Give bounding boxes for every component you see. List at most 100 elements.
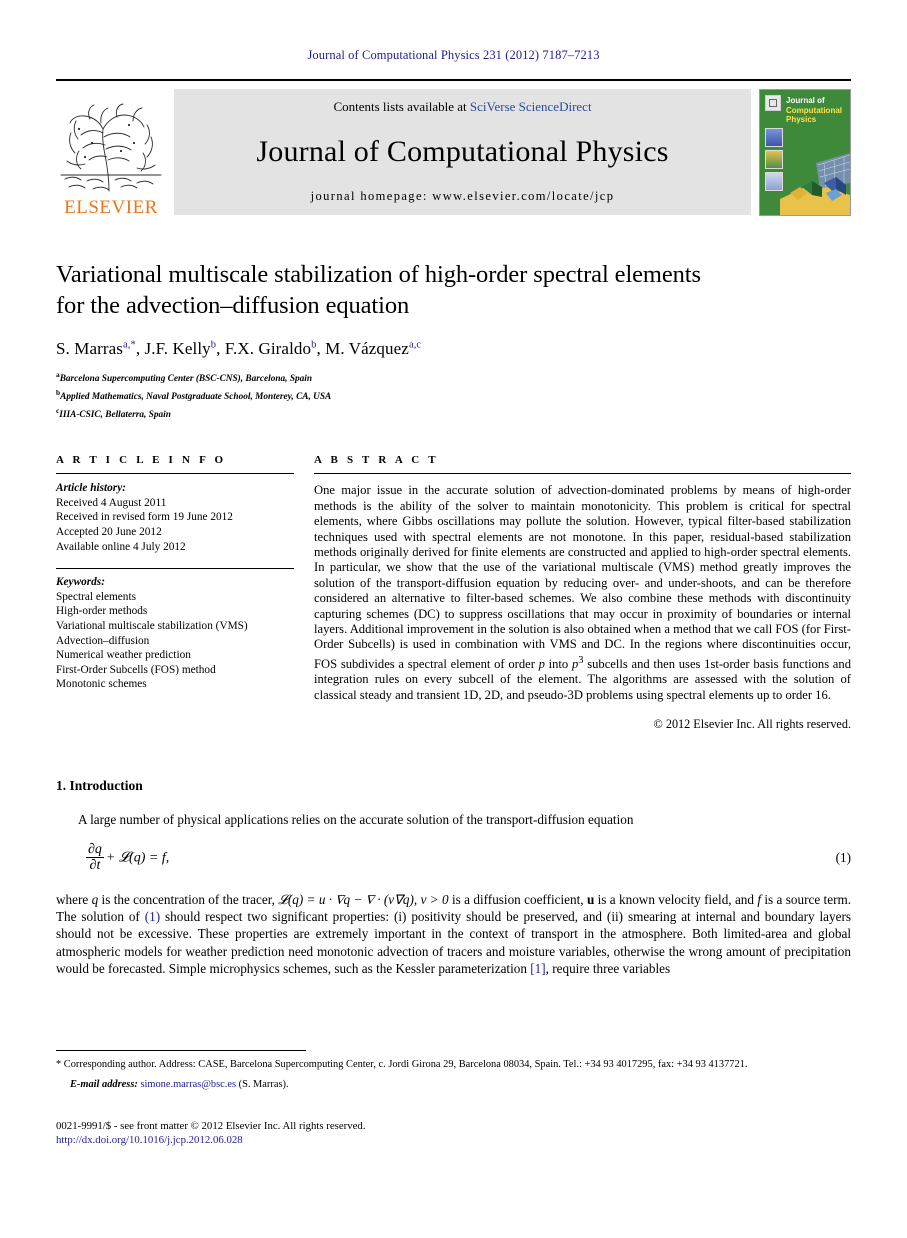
elsevier-logo: ELSEVIER xyxy=(56,89,166,217)
cover-title-line2: Computational xyxy=(786,105,842,115)
footer-issn-block: 0021-9991/$ - see front matter © 2012 El… xyxy=(56,1119,366,1147)
history-item-3: Available online 4 July 2012 xyxy=(56,540,186,553)
history-item-0: Received 4 August 2011 xyxy=(56,496,167,509)
p2-math-nu: ν > 0 xyxy=(420,891,449,907)
cover-publisher-mark-icon xyxy=(765,95,781,111)
affiliation-0: aBarcelona Supercomputing Center (BSC-CN… xyxy=(56,368,851,386)
abstract-heading: A B S T R A C T xyxy=(314,454,439,467)
masthead-center-box: Contents lists available at SciVerse Sci… xyxy=(174,89,751,215)
p2-i: , require three variables xyxy=(545,961,671,977)
elsevier-wordmark: ELSEVIER xyxy=(64,197,158,218)
author-0-sup[interactable]: a,* xyxy=(123,339,136,350)
equation-1-denominator: ∂t xyxy=(89,857,101,873)
footnote-corresponding-author: * Corresponding author. Address: CASE, B… xyxy=(56,1059,748,1070)
footnote-separator xyxy=(56,1050,306,1051)
keywords-rule xyxy=(56,568,294,570)
paper-title-line1: Variational multiscale stabilization of … xyxy=(56,261,701,288)
history-item-1: Received in revised form 19 June 2012 xyxy=(56,511,233,524)
author-0: S. Marrasa,* xyxy=(56,339,136,358)
keywords-label: Keywords: xyxy=(56,576,105,589)
author-0-name: S. Marras xyxy=(56,339,123,358)
author-1: J.F. Kellyb xyxy=(145,339,217,358)
keyword-0: Spectral elements xyxy=(56,590,136,603)
contents-available-line: Contents lists available at SciVerse Sci… xyxy=(333,99,591,115)
intro-paragraph-1: A large number of physical applications … xyxy=(78,812,634,828)
affiliation-0-text: Barcelona Supercomputing Center (BSC-CNS… xyxy=(59,374,313,385)
equation-1: ∂q ∂t + 𝓛(q) = f, xyxy=(86,842,170,874)
p2-d: is a diffusion coefficient, xyxy=(448,891,587,907)
author-3-sup[interactable]: a,c xyxy=(409,339,421,350)
footnote-email-address[interactable]: simone.marras@bsc.es xyxy=(140,1079,236,1090)
author-3-name: M. Vázquez xyxy=(325,339,409,358)
cover-title-text: Journal of Computational Physics xyxy=(786,96,848,125)
affiliation-2-text: IIIA-CSIC, Bellaterra, Spain xyxy=(59,410,171,421)
equation-1-row: ∂q ∂t + 𝓛(q) = f, (1) xyxy=(56,842,851,874)
paper-page: Journal of Computational Physics 231 (20… xyxy=(0,0,907,1238)
abstract-copyright: © 2012 Elsevier Inc. All rights reserved… xyxy=(653,717,851,732)
p2-b: is the concentration of the tracer, xyxy=(98,891,279,907)
intro-paragraph-2: where q is the concentration of the trac… xyxy=(56,891,851,978)
author-1-name: J.F. Kelly xyxy=(144,339,211,358)
keyword-2: Variational multiscale stabilization (VM… xyxy=(56,620,248,633)
cover-title-line3: Physics xyxy=(786,115,817,124)
abstract-part-2: into xyxy=(544,656,572,671)
sciencedirect-link[interactable]: SciVerse ScienceDirect xyxy=(470,99,592,114)
author-2-name: F.X. Giraldo xyxy=(224,339,312,358)
affiliation-1: bApplied Mathematics, Naval Postgraduate… xyxy=(56,386,851,404)
keyword-6: Monotonic schemes xyxy=(56,678,147,691)
journal-title: Journal of Computational Physics xyxy=(256,135,669,168)
author-list: S. Marrasa,*, J.F. Kellyb, F.X. Giraldob… xyxy=(56,339,422,358)
author-2-sup[interactable]: b xyxy=(311,339,316,350)
cover-artwork-icon xyxy=(780,153,850,215)
citation-ref-1[interactable]: [1] xyxy=(530,961,545,976)
footnote-email-label: E-mail address: xyxy=(70,1078,138,1090)
equation-1-fraction: ∂q ∂t xyxy=(86,842,104,873)
affiliation-1-text: Applied Mathematics, Naval Postgraduate … xyxy=(60,392,332,403)
footnote-email: E-mail address: simone.marras@bsc.es (S.… xyxy=(56,1078,851,1092)
article-history-label: Article history: xyxy=(56,482,126,495)
p2-a: where xyxy=(56,891,92,907)
running-head: Journal of Computational Physics 231 (20… xyxy=(307,48,600,62)
abstract-text: One major issue in the accurate solution… xyxy=(314,483,851,703)
p2-math-operator: 𝓛(q) = u · ∇q − ∇ · (ν∇q) xyxy=(278,891,414,907)
p2-h: should respect two significant propertie… xyxy=(56,908,851,977)
author-3: M. Vázqueza,c xyxy=(325,339,421,358)
article-info-rule xyxy=(56,473,294,475)
keyword-3: Advection–diffusion xyxy=(56,634,150,647)
contents-prefix: Contents lists available at xyxy=(333,99,470,114)
article-info-heading: A R T I C L E I N F O xyxy=(56,454,227,467)
history-item-2: Accepted 20 June 2012 xyxy=(56,526,162,539)
equation-1-number: (1) xyxy=(835,850,851,866)
keywords-list: Keywords: Spectral elements High-order m… xyxy=(56,575,294,692)
cover-title-line1: Journal of xyxy=(786,96,825,105)
equation-1-numerator: ∂q xyxy=(86,841,104,858)
equation-1-rest: + 𝓛(q) = f, xyxy=(105,850,170,866)
section-heading-introduction: 1. Introduction xyxy=(56,778,143,794)
paper-title-line2: for the advection–diffusion equation xyxy=(56,292,410,319)
elsevier-tree-icon xyxy=(59,99,163,197)
journal-masthead: ELSEVIER Contents lists available at Sci… xyxy=(56,79,851,219)
footer-issn-line: 0021-9991/$ - see front matter © 2012 El… xyxy=(56,1120,366,1132)
footer-doi-link[interactable]: http://dx.doi.org/10.1016/j.jcp.2012.06.… xyxy=(56,1133,366,1147)
p2-e: is a known velocity field, and xyxy=(594,891,758,907)
journal-homepage-line[interactable]: journal homepage: www.elsevier.com/locat… xyxy=(311,189,615,204)
author-1-sup[interactable]: b xyxy=(211,339,216,350)
footnote-email-owner: (S. Marras). xyxy=(238,1078,289,1090)
author-2: F.X. Giraldob xyxy=(225,339,317,358)
affiliation-list: aBarcelona Supercomputing Center (BSC-CN… xyxy=(56,368,851,422)
article-history: Article history: Received 4 August 2011 … xyxy=(56,481,294,554)
equation-reference-1[interactable]: (1) xyxy=(145,909,160,924)
abstract-column: A B S T R A C T One major issue in the a… xyxy=(314,454,851,732)
keyword-4: Numerical weather prediction xyxy=(56,649,191,662)
paper-title: Variational multiscale stabilization of … xyxy=(56,259,851,321)
keyword-1: High-order methods xyxy=(56,605,148,618)
journal-cover-thumbnail: Journal of Computational Physics xyxy=(759,89,851,216)
abstract-part-1: One major issue in the accurate solution… xyxy=(314,483,851,671)
info-abstract-block: A R T I C L E I N F O Article history: R… xyxy=(56,454,851,732)
affiliation-2: cIIIA-CSIC, Bellaterra, Spain xyxy=(56,404,851,422)
abstract-rule xyxy=(314,473,851,475)
article-info-column: A R T I C L E I N F O Article history: R… xyxy=(56,454,314,732)
keyword-5: First-Order Subcells (FOS) method xyxy=(56,663,216,676)
footnotes-block: * Corresponding author. Address: CASE, B… xyxy=(56,1058,851,1091)
p2-c: , xyxy=(413,891,421,907)
